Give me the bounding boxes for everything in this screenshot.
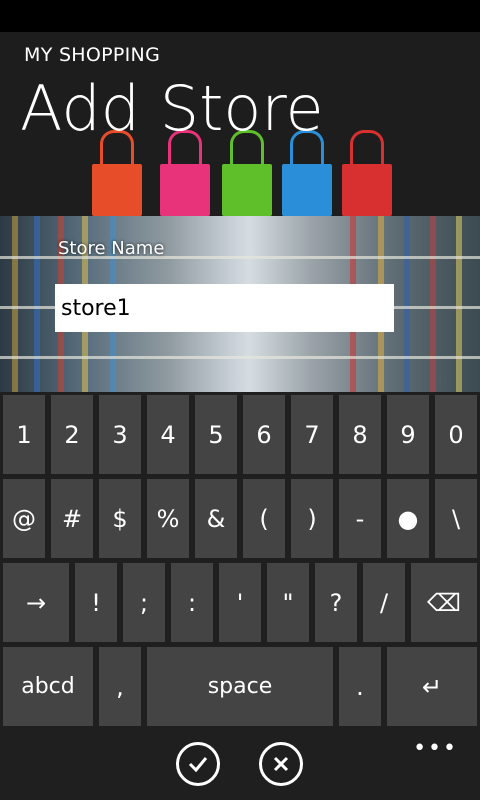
key-at[interactable]: @ — [3, 479, 45, 558]
cancel-button[interactable] — [259, 742, 303, 786]
key-2[interactable]: 2 — [51, 395, 93, 474]
close-icon — [273, 756, 289, 772]
app-title: MY SHOPPING — [24, 44, 161, 66]
check-icon — [188, 757, 208, 773]
key-9[interactable]: 9 — [387, 395, 429, 474]
app-bar: ••• — [0, 732, 480, 800]
more-options-icon[interactable]: ••• — [413, 736, 458, 761]
bag-green — [222, 130, 272, 216]
key-hyphen[interactable]: - — [339, 479, 381, 558]
space-key[interactable]: space — [147, 647, 333, 726]
enter-icon[interactable]: ↵ — [387, 647, 477, 726]
key-open-paren[interactable]: ( — [243, 479, 285, 558]
key-7[interactable]: 7 — [291, 395, 333, 474]
key-apostrophe[interactable]: ' — [219, 563, 261, 642]
bag-dark-red — [342, 130, 392, 216]
store-name-input[interactable] — [55, 284, 394, 332]
key-0[interactable]: 0 — [435, 395, 477, 474]
abcd-key[interactable]: abcd — [3, 647, 93, 726]
key-8[interactable]: 8 — [339, 395, 381, 474]
key-bullet[interactable]: ● — [387, 479, 429, 558]
key-colon[interactable]: : — [171, 563, 213, 642]
key-quote[interactable]: " — [267, 563, 309, 642]
key-4[interactable]: 4 — [147, 395, 189, 474]
backspace-icon[interactable]: ⌫ — [411, 563, 477, 642]
header: MY SHOPPING Add Store — [0, 32, 480, 216]
shopping-bags-image — [80, 130, 410, 216]
shift-key-arrow-icon[interactable]: → — [3, 563, 69, 642]
key-close-paren[interactable]: ) — [291, 479, 333, 558]
key-hash[interactable]: # — [51, 479, 93, 558]
key-3[interactable]: 3 — [99, 395, 141, 474]
key-slash[interactable]: / — [363, 563, 405, 642]
key-comma[interactable]: , — [99, 647, 141, 726]
store-name-label: Store Name — [58, 238, 165, 259]
bag-blue — [282, 130, 332, 216]
key-backslash[interactable]: \ — [435, 479, 477, 558]
key-6[interactable]: 6 — [243, 395, 285, 474]
key-ampersand[interactable]: & — [195, 479, 237, 558]
on-screen-keyboard: 1 2 3 4 5 6 7 8 9 0 @ # $ % & ( ) - ● \ … — [0, 392, 480, 732]
key-1[interactable]: 1 — [3, 395, 45, 474]
key-percent[interactable]: % — [147, 479, 189, 558]
key-period[interactable]: . — [339, 647, 381, 726]
page-title: Add Store — [20, 72, 324, 145]
status-bar — [0, 0, 480, 32]
key-exclamation[interactable]: ! — [75, 563, 117, 642]
save-button[interactable] — [176, 742, 220, 786]
key-semicolon[interactable]: ; — [123, 563, 165, 642]
key-5[interactable]: 5 — [195, 395, 237, 474]
bag-red — [92, 130, 142, 216]
key-question[interactable]: ? — [315, 563, 357, 642]
bag-pink — [160, 130, 210, 216]
key-dollar[interactable]: $ — [99, 479, 141, 558]
